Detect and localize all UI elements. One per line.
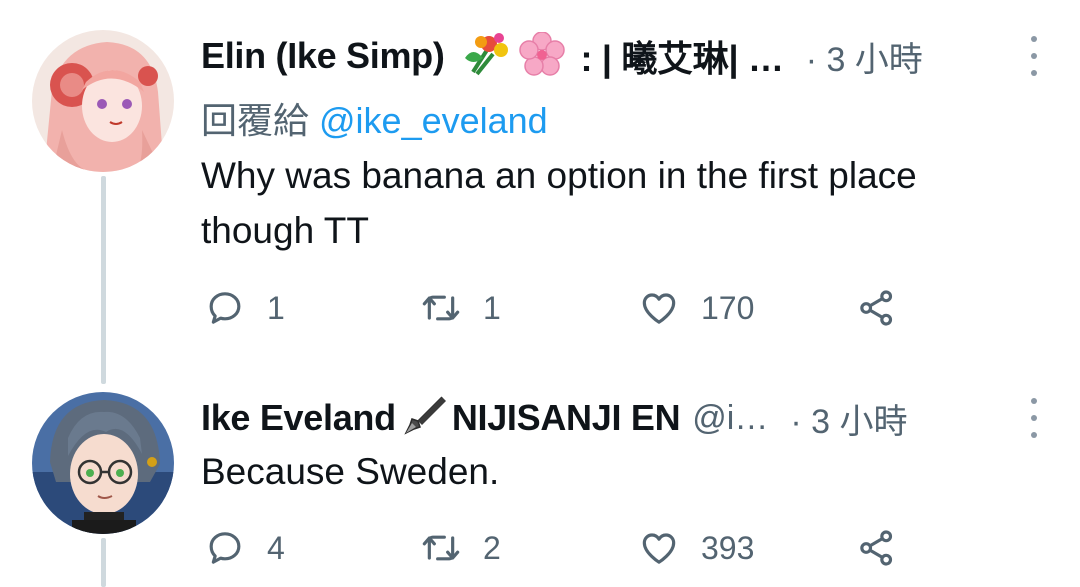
display-name-suffix[interactable]: : | 曦艾琳| …	[581, 30, 784, 82]
retweet-button[interactable]: 2	[421, 526, 501, 570]
thread-connector	[101, 176, 106, 384]
like-button[interactable]: 170	[639, 286, 754, 330]
user-handle[interactable]: @i…	[692, 399, 768, 438]
reply-label: 回覆給	[201, 100, 310, 141]
reply-count: 4	[267, 529, 285, 566]
tweet-header: Ike Eveland NIJISANJI EN @i… · 3 小時	[201, 394, 1044, 442]
reply-count: 1	[267, 289, 285, 326]
thread-connector	[101, 538, 106, 587]
tweet-text-line: Why was banana an option in the first pl…	[201, 155, 917, 196]
heart-icon	[642, 533, 676, 564]
tweet-text: Why was banana an option in the first pl…	[201, 148, 1041, 258]
tweet-actions: 1 1 170	[205, 286, 925, 330]
like-count: 170	[701, 289, 755, 326]
tweet-actions: 4 2 393	[205, 526, 925, 570]
reply-mention-link[interactable]: @ike_eveland	[319, 100, 548, 141]
share-icon	[860, 290, 893, 326]
share-button[interactable]	[857, 286, 897, 330]
reply-icon	[209, 292, 241, 324]
heart-icon	[642, 293, 676, 324]
timestamp[interactable]: · 3 小時	[790, 394, 907, 443]
reply-button[interactable]: 1	[205, 286, 285, 330]
timestamp[interactable]: · 3 小時	[806, 32, 923, 81]
cherry-blossom-icon	[518, 30, 565, 81]
reply-button[interactable]: 4	[205, 526, 285, 570]
more-options-icon[interactable]	[1024, 398, 1044, 438]
retweet-button[interactable]: 1	[421, 286, 501, 330]
fountain-pen-icon	[398, 393, 448, 444]
more-options-icon[interactable]	[1024, 36, 1044, 76]
share-icon	[860, 530, 893, 566]
retweet-count: 2	[483, 529, 501, 566]
tweet-header: Elin (Ike Simp): | 曦艾琳| … · 3 小時	[201, 30, 1044, 82]
avatar[interactable]	[32, 30, 174, 172]
share-button[interactable]	[857, 526, 897, 570]
display-name[interactable]: Elin (Ike Simp)	[201, 35, 445, 77]
retweet-icon	[422, 535, 460, 561]
retweet-count: 1	[483, 289, 501, 326]
tweet-text-line: though TT	[201, 210, 369, 251]
retweet-icon	[422, 295, 460, 321]
display-name-suffix[interactable]: NIJISANJI EN	[452, 397, 681, 439]
tweet-text: Because Sweden.	[201, 444, 1041, 499]
tweet-text-line: Because Sweden.	[201, 451, 500, 492]
avatar[interactable]	[32, 392, 174, 534]
reply-icon	[209, 532, 241, 564]
like-count: 393	[701, 529, 755, 566]
display-name[interactable]: Ike Eveland	[201, 397, 396, 439]
like-button[interactable]: 393	[639, 526, 754, 570]
reply-context: 回覆給 @ike_eveland	[201, 92, 548, 144]
bouquet-icon	[459, 32, 511, 81]
